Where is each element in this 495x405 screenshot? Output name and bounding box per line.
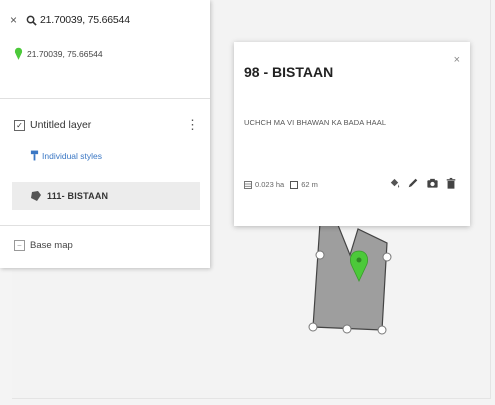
brush-icon xyxy=(30,150,39,161)
paint-bucket-icon[interactable] xyxy=(387,176,401,190)
location-result[interactable]: 21.70039, 75.66544 xyxy=(14,47,103,61)
styles-row[interactable]: Individual styles xyxy=(30,150,102,161)
feature-item[interactable]: 111- BISTAAN xyxy=(12,182,200,210)
parcel-polygon[interactable] xyxy=(300,215,400,340)
polygon-icon xyxy=(31,191,41,201)
basemap-label: Base map xyxy=(30,240,73,251)
vertex-handle[interactable] xyxy=(315,250,325,260)
trash-icon[interactable] xyxy=(444,176,458,190)
card-title: 98 - BISTAAN xyxy=(244,64,334,80)
vertex-handle[interactable] xyxy=(377,325,387,335)
layer-checkbox[interactable]: ✓ xyxy=(14,119,25,131)
vertex-handle[interactable] xyxy=(342,324,352,334)
perimeter-value: 62 m xyxy=(301,180,318,189)
pencil-icon[interactable] xyxy=(406,176,420,190)
card-close-icon[interactable]: × xyxy=(454,54,460,66)
vertex-handle[interactable] xyxy=(308,322,318,332)
basemap-row[interactable]: – Base map xyxy=(14,240,73,251)
area-value: 0.023 ha xyxy=(255,180,285,189)
perimeter-icon xyxy=(290,180,299,189)
layer-menu-icon[interactable]: ⋮ xyxy=(186,118,199,131)
basemap-toggle-icon[interactable]: – xyxy=(14,240,25,251)
search-query[interactable]: 21.70039, 75.66544 xyxy=(40,14,130,26)
vertex-handle[interactable] xyxy=(382,252,392,262)
feature-info-card: 98 - BISTAAN × UCHCH MA VI BHAWAN KA BAD… xyxy=(234,42,470,226)
divider xyxy=(0,225,210,226)
card-description: UCHCH MA VI BHAWAN KA BADA HAAL xyxy=(244,118,387,127)
pin-icon xyxy=(14,47,23,60)
location-coords: 21.70039, 75.66544 xyxy=(27,49,103,59)
close-icon[interactable]: × xyxy=(10,13,17,27)
search-icon xyxy=(26,15,37,26)
feature-label: 111- BISTAAN xyxy=(47,191,109,201)
search-row: × 21.70039, 75.66544 xyxy=(10,9,130,31)
divider xyxy=(0,98,210,99)
layers-panel: × 21.70039, 75.66544 21.70039, 75.66544 … xyxy=(0,0,210,268)
area-icon xyxy=(244,180,252,189)
card-stats: 0.023 ha 62 m xyxy=(244,180,318,189)
camera-icon[interactable] xyxy=(425,176,439,190)
layer-header: ✓ Untitled layer ⋮ xyxy=(14,118,199,131)
individual-styles-link[interactable]: Individual styles xyxy=(42,151,102,161)
layer-title[interactable]: Untitled layer xyxy=(30,119,186,131)
card-actions xyxy=(382,176,458,190)
